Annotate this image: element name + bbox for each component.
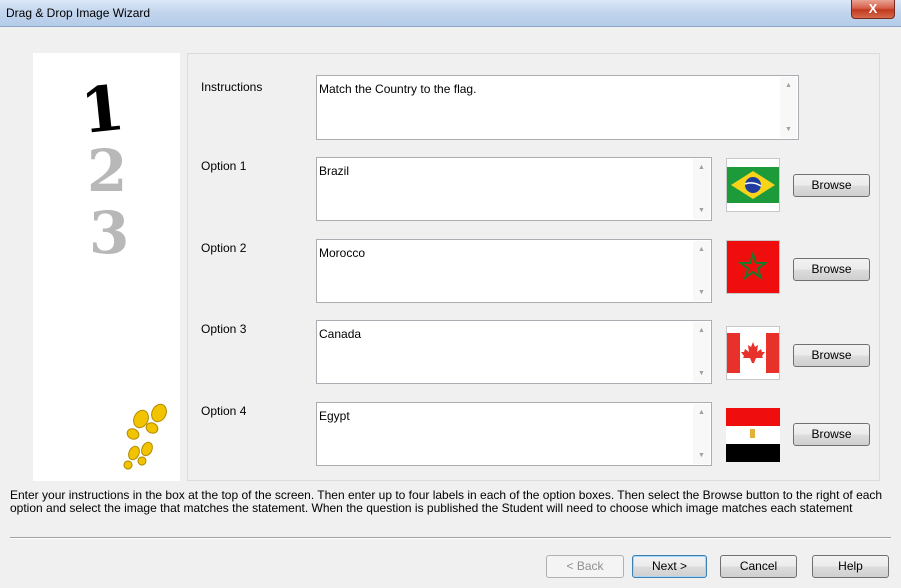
close-button[interactable]: X xyxy=(851,0,895,19)
footer-separator xyxy=(10,537,891,539)
option-2-image[interactable] xyxy=(726,240,780,294)
scroll-down-icon[interactable]: ▼ xyxy=(780,121,797,138)
step-digit-3: 3 xyxy=(89,199,130,267)
cancel-button[interactable]: Cancel xyxy=(720,555,797,578)
option-3-scrollbar[interactable]: ▲ ▼ xyxy=(693,322,710,382)
scroll-up-icon[interactable]: ▲ xyxy=(780,77,797,94)
option-3-value: Canada xyxy=(319,327,362,341)
back-button[interactable]: < Back xyxy=(546,555,624,578)
option-1-value: Brazil xyxy=(319,164,350,178)
option-3-browse-button[interactable]: Browse xyxy=(793,344,870,367)
step-image-panel: 1 2 3 xyxy=(33,53,180,481)
help-text: Enter your instructions in the box at th… xyxy=(10,488,883,515)
scroll-down-icon[interactable]: ▼ xyxy=(693,202,710,219)
window-title: Drag & Drop Image Wizard xyxy=(6,6,151,20)
scroll-down-icon[interactable]: ▼ xyxy=(693,284,710,301)
option-2-field[interactable]: Morocco ▲ ▼ xyxy=(316,239,712,303)
option-1-scrollbar[interactable]: ▲ ▼ xyxy=(693,159,710,219)
step-digit-2: 2 xyxy=(87,137,128,205)
option-1-browse-button[interactable]: Browse xyxy=(793,174,870,197)
scroll-up-icon[interactable]: ▲ xyxy=(693,159,710,176)
option-2-label: Option 2 xyxy=(201,241,247,255)
instructions-scrollbar[interactable]: ▲ ▼ xyxy=(780,77,797,138)
instructions-field[interactable]: Match the Country to the flag. ▲ ▼ xyxy=(316,75,799,140)
option-4-field[interactable]: Egypt ▲ ▼ xyxy=(316,402,712,466)
option-4-browse-button[interactable]: Browse xyxy=(793,423,870,446)
scroll-up-icon[interactable]: ▲ xyxy=(693,241,710,258)
next-button[interactable]: Next > xyxy=(632,555,707,578)
scroll-down-icon[interactable]: ▼ xyxy=(693,447,710,464)
option-4-value: Egypt xyxy=(319,409,350,423)
option-1-field[interactable]: Brazil ▲ ▼ xyxy=(316,157,712,221)
wizard-content-panel: Instructions Match the Country to the fl… xyxy=(187,53,880,481)
instructions-label: Instructions xyxy=(201,80,263,94)
instructions-value: Match the Country to the flag. xyxy=(319,82,477,96)
footprints-icon xyxy=(123,403,167,470)
scroll-down-icon[interactable]: ▼ xyxy=(693,365,710,382)
option-2-value: Morocco xyxy=(319,246,366,260)
scroll-up-icon[interactable]: ▲ xyxy=(693,322,710,339)
option-2-scrollbar[interactable]: ▲ ▼ xyxy=(693,241,710,301)
scroll-up-icon[interactable]: ▲ xyxy=(693,404,710,421)
option-3-image[interactable] xyxy=(726,326,780,380)
option-1-label: Option 1 xyxy=(201,159,247,173)
egypt-flag-icon xyxy=(726,408,780,462)
option-2-browse-button[interactable]: Browse xyxy=(793,258,870,281)
help-button[interactable]: Help xyxy=(812,555,889,578)
option-4-label: Option 4 xyxy=(201,404,247,418)
title-bar: Drag & Drop Image Wizard X xyxy=(0,0,901,27)
option-1-image[interactable] xyxy=(726,158,780,212)
morocco-flag-icon xyxy=(727,241,779,293)
canada-flag-icon xyxy=(727,333,779,373)
brazil-flag-icon xyxy=(727,167,779,203)
option-3-field[interactable]: Canada ▲ ▼ xyxy=(316,320,712,384)
option-4-scrollbar[interactable]: ▲ ▼ xyxy=(693,404,710,464)
option-4-image[interactable] xyxy=(726,408,780,462)
option-3-label: Option 3 xyxy=(201,322,247,336)
